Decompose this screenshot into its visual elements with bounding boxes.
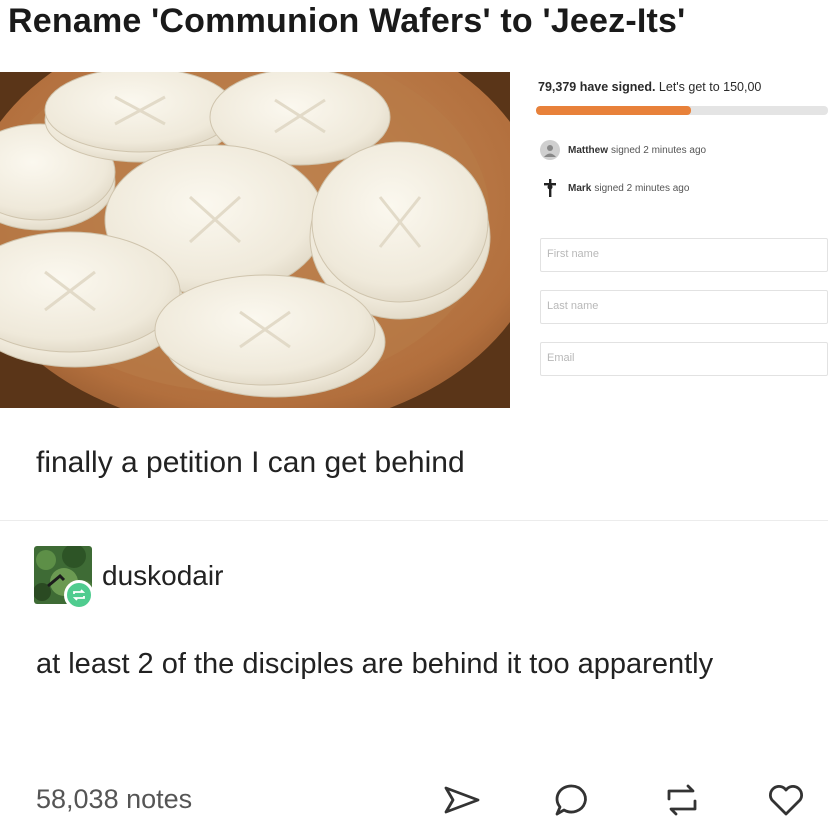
email-field[interactable]: Email [540, 342, 828, 376]
goal-text: Let's get to 150,00 [658, 80, 762, 94]
reblog-badge-icon [64, 580, 94, 610]
share-icon[interactable] [440, 778, 484, 822]
signed-count-text: 79,379 have signed. [538, 80, 656, 94]
signer-name: Mark [568, 182, 592, 194]
cross-icon [540, 178, 560, 198]
first-name-field[interactable]: First name [540, 238, 828, 272]
person-icon [540, 140, 560, 160]
last-name-field[interactable]: Last name [540, 290, 828, 324]
like-icon[interactable] [764, 778, 808, 822]
signer-time: signed 2 minutes ago [594, 182, 690, 194]
signature-count: 79,379 have signed. Let's get to 150,00 [538, 80, 761, 94]
post-title: Rename 'Communion Wafers' to 'Jeez-Its' [8, 2, 686, 40]
notes-count[interactable]: 58,038 notes [36, 784, 192, 815]
reblog-text: at least 2 of the disciples are behind i… [36, 648, 714, 680]
post-caption: finally a petition I can get behind [36, 446, 465, 479]
signer-time: signed 2 minutes ago [611, 144, 707, 156]
signer-name: Matthew [568, 144, 608, 156]
progress-fill [536, 106, 691, 115]
communion-wafers-photo [0, 72, 510, 408]
petition-panel: 79,379 have signed. Let's get to 150,00 … [516, 72, 828, 402]
reblog-icon[interactable] [660, 778, 704, 822]
reblog-divider [0, 520, 828, 521]
signer-row: Mark signed 2 minutes ago [540, 178, 689, 198]
signer-row: Matthew signed 2 minutes ago [540, 140, 706, 160]
signature-progress-bar [536, 106, 828, 115]
reblog-username[interactable]: duskodair [102, 560, 223, 592]
reply-icon[interactable] [550, 778, 594, 822]
